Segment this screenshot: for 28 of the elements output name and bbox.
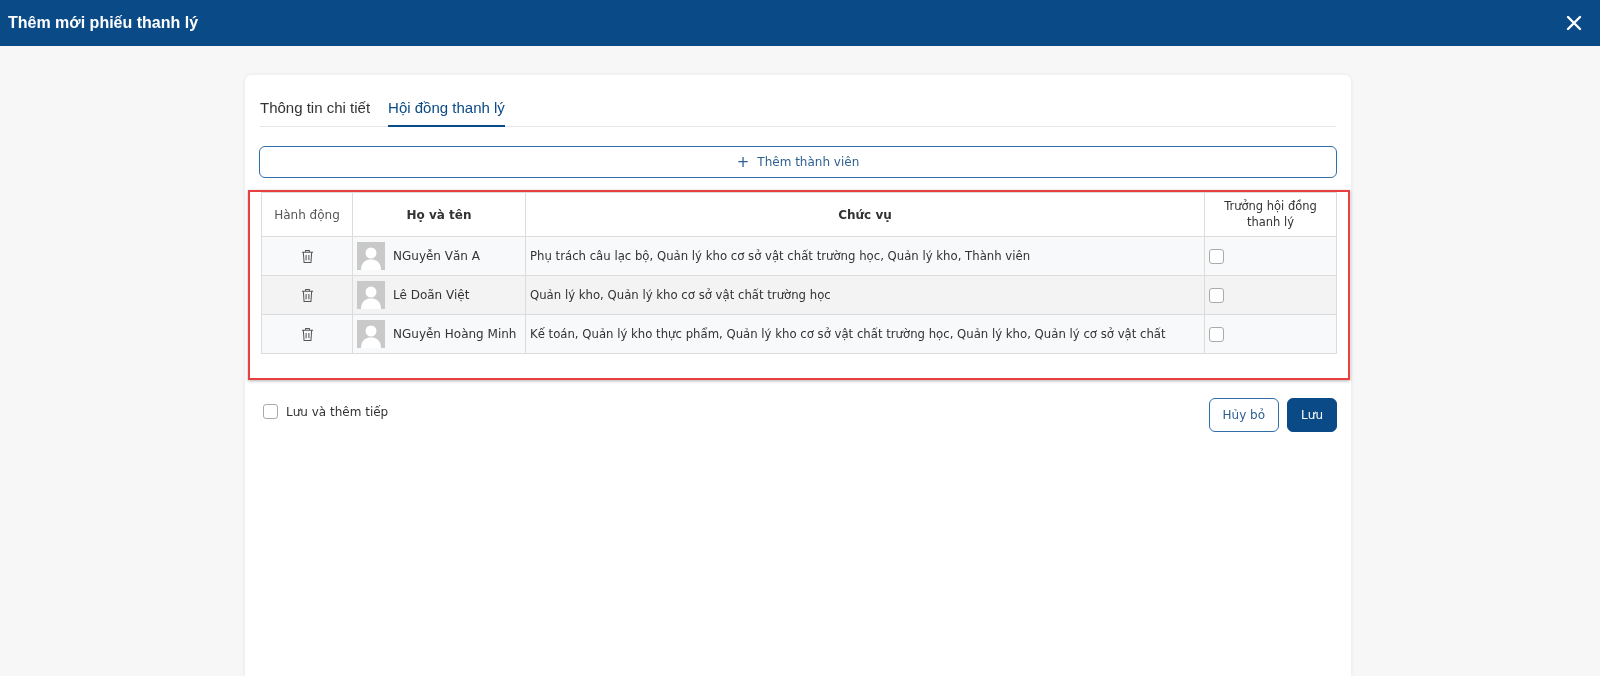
column-header: Chức vụ <box>525 192 1205 237</box>
avatar-placeholder <box>357 320 385 348</box>
column-header: Hành động <box>261 192 353 237</box>
checkbox[interactable] <box>1209 287 1224 303</box>
position-text: Quản lý kho, Quản lý kho cơ sở vật chất trường học <box>530 288 831 302</box>
position-text: Kế toán, Quản lý kho thực phẩm, Quản lý kho cơ sở vật chất trường học, Quản lý kho, Quản lý cơ sở vật chất <box>530 327 1166 341</box>
tab[interactable]: Hội đồng thanh lý <box>388 95 505 127</box>
trash-icon[interactable] <box>300 287 314 303</box>
tab[interactable]: Thông tin chi tiết <box>260 95 371 127</box>
add-member-button[interactable]: + Thêm thành viên <box>259 146 1337 178</box>
window-title: Thêm mới phiếu thanh lý <box>8 14 199 32</box>
avatar-placeholder <box>357 281 385 309</box>
column-header: Họ và tên <box>352 192 526 237</box>
save-button[interactable]: Lưu <box>1287 398 1337 432</box>
cancel-button[interactable]: Hủy bỏ <box>1208 398 1280 432</box>
trash-icon[interactable] <box>300 326 314 342</box>
trash-icon[interactable] <box>300 248 314 264</box>
member-name: NGuyễn Văn A <box>393 249 480 263</box>
avatar-placeholder <box>357 242 385 270</box>
member-name: Lê Doãn Việt <box>393 288 470 302</box>
checkbox-label: Lưu và thêm tiếp <box>286 404 389 419</box>
position-text: Phụ trách câu lạc bộ, Quản lý kho cơ sở vật chất trường học, Quản lý kho, Thành viên <box>530 249 1031 263</box>
checkbox[interactable] <box>1209 326 1224 342</box>
close-icon[interactable] <box>1566 15 1582 31</box>
member-name: NGuyễn Hoàng Minh <box>393 327 517 341</box>
column-header: Trưởng hội đồng thanh lý <box>1204 192 1337 237</box>
checkbox[interactable] <box>263 404 278 419</box>
checkbox[interactable] <box>1209 248 1224 264</box>
